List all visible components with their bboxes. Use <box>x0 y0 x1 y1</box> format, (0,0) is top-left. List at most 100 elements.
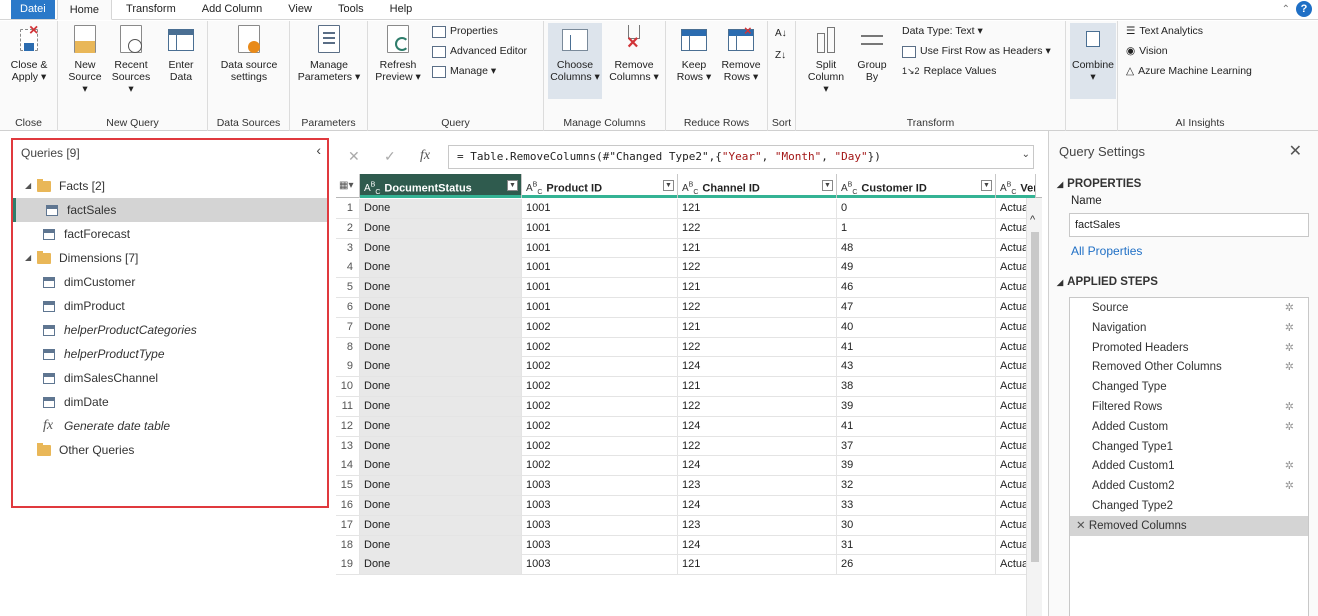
step-settings-gear-icon[interactable]: ✲ <box>1285 456 1294 476</box>
expand-triangle-icon[interactable]: ◢ <box>25 246 33 270</box>
close-apply-button[interactable]: × Close & Apply ▾ <box>4 23 54 84</box>
properties-button[interactable]: Properties <box>432 23 498 40</box>
table-cell[interactable]: 1002 <box>522 396 678 416</box>
table-cell[interactable]: 1001 <box>522 199 678 218</box>
applied-step[interactable]: Navigation ✲ <box>1070 318 1308 338</box>
table-cell[interactable]: 47 <box>837 297 996 317</box>
text-type-icon[interactable]: ABC <box>841 182 857 196</box>
query-item[interactable]: fx Generate date table <box>13 414 327 438</box>
all-properties-link[interactable]: All Properties <box>1071 244 1142 258</box>
table-cell[interactable]: 124 <box>678 535 837 555</box>
table-cell[interactable]: 1002 <box>522 416 678 436</box>
table-cell[interactable]: Done <box>360 456 522 476</box>
replace-values-button[interactable]: 1↘2 Replace Values <box>902 63 996 80</box>
delete-step-icon[interactable]: ✕ <box>1076 520 1089 532</box>
tab-tools[interactable]: Tools <box>326 0 376 19</box>
combine-button[interactable]: Combine ▾ <box>1070 23 1116 99</box>
choose-columns-button[interactable]: Choose Columns ▾ <box>548 23 602 99</box>
scrollbar-thumb[interactable] <box>1031 232 1039 562</box>
column-header[interactable]: ABC Customer ID ▼ <box>837 174 996 198</box>
manage-parameters-button[interactable]: Manage Parameters ▾ <box>294 25 364 83</box>
table-cell[interactable]: 121 <box>678 238 837 258</box>
query-name-input[interactable]: factSales <box>1069 213 1309 237</box>
table-cell[interactable]: 48 <box>837 238 996 258</box>
properties-section[interactable]: ◢ PROPERTIES <box>1057 178 1141 190</box>
tab-home[interactable]: Home <box>56 0 113 20</box>
applied-step[interactable]: Changed Type2 <box>1070 496 1308 516</box>
table-cell[interactable]: 37 <box>837 436 996 456</box>
grid-scrollbar[interactable]: ^ <box>1026 198 1042 616</box>
table-menu-icon[interactable]: ▦▾ <box>336 174 360 198</box>
formula-input[interactable]: = Table.RemoveColumns(#"Changed Type2",{… <box>448 145 1034 169</box>
applied-step[interactable]: ✕ Removed Columns <box>1070 515 1308 536</box>
query-group[interactable]: ◢ Facts [2] <box>13 174 327 198</box>
text-analytics-button[interactable]: ☰ Text Analytics <box>1126 23 1203 40</box>
table-cell[interactable]: 1001 <box>522 278 678 298</box>
table-cell[interactable]: 43 <box>837 357 996 377</box>
column-filter-icon[interactable]: ▼ <box>507 180 518 191</box>
column-filter-icon[interactable]: ▼ <box>822 180 833 191</box>
close-icon[interactable]: ✕ <box>1289 141 1302 161</box>
table-cell[interactable]: 121 <box>678 555 837 575</box>
table-cell[interactable]: 49 <box>837 258 996 278</box>
table-cell[interactable]: 41 <box>837 416 996 436</box>
azure-ml-button[interactable]: △ Azure Machine Learning <box>1126 63 1252 80</box>
table-cell[interactable]: 38 <box>837 377 996 397</box>
table-cell[interactable]: 124 <box>678 495 837 515</box>
table-cell[interactable]: 122 <box>678 258 837 278</box>
table-cell[interactable]: 122 <box>678 436 837 456</box>
applied-step[interactable]: Changed Type1 <box>1070 437 1308 457</box>
table-cell[interactable]: 124 <box>678 416 837 436</box>
applied-step[interactable]: Added Custom2 ✲ <box>1070 476 1308 496</box>
tab-transform[interactable]: Transform <box>114 0 188 19</box>
expand-triangle-icon[interactable]: ◢ <box>25 174 33 198</box>
collapse-ribbon-icon[interactable]: ⌃ <box>1282 4 1290 15</box>
table-cell[interactable]: 39 <box>837 396 996 416</box>
query-item[interactable]: dimProduct <box>13 294 327 318</box>
tab-help[interactable]: Help <box>378 0 425 19</box>
applied-step[interactable]: Changed Type <box>1070 377 1308 397</box>
table-cell[interactable]: 122 <box>678 396 837 416</box>
table-cell[interactable]: Done <box>360 357 522 377</box>
text-type-icon[interactable]: ABC <box>364 182 380 196</box>
query-item[interactable]: helperProductType <box>13 342 327 366</box>
applied-step[interactable]: Filtered Rows ✲ <box>1070 397 1308 417</box>
table-cell[interactable]: 1003 <box>522 495 678 515</box>
table-cell[interactable]: Done <box>360 555 522 575</box>
remove-rows-button[interactable]: × Remove Rows ▾ <box>718 23 764 83</box>
table-cell[interactable]: Done <box>360 416 522 436</box>
vision-button[interactable]: ◉ Vision <box>1126 43 1168 60</box>
text-type-icon[interactable]: ABC <box>526 182 542 196</box>
table-cell[interactable]: 1001 <box>522 297 678 317</box>
table-cell[interactable]: 1002 <box>522 377 678 397</box>
table-cell[interactable]: Done <box>360 495 522 515</box>
column-header[interactable]: ABC Vers <box>996 174 1036 198</box>
table-cell[interactable]: 122 <box>678 337 837 357</box>
table-cell[interactable]: 1002 <box>522 357 678 377</box>
table-cell[interactable]: 1001 <box>522 238 678 258</box>
applied-steps-section[interactable]: ◢ APPLIED STEPS <box>1057 276 1158 288</box>
split-column-button[interactable]: Split Column ▾ <box>804 25 848 95</box>
table-cell[interactable]: 41 <box>837 337 996 357</box>
table-cell[interactable]: 1003 <box>522 515 678 535</box>
step-settings-gear-icon[interactable]: ✲ <box>1285 357 1294 377</box>
scroll-up-icon[interactable]: ^ <box>1030 214 1035 226</box>
step-settings-gear-icon[interactable]: ✲ <box>1285 476 1294 496</box>
new-source-button[interactable]: New Source ▾ <box>66 25 104 95</box>
table-cell[interactable]: 123 <box>678 476 837 496</box>
column-header[interactable]: ABC DocumentStatus ▼ <box>360 174 522 198</box>
table-cell[interactable]: Done <box>360 515 522 535</box>
table-cell[interactable]: 1003 <box>522 555 678 575</box>
recent-sources-button[interactable]: Recent Sources ▾ <box>108 25 154 95</box>
table-cell[interactable]: Done <box>360 218 522 238</box>
query-item[interactable]: dimDate <box>13 390 327 414</box>
tab-datei[interactable]: Datei <box>11 0 55 19</box>
cancel-formula-icon[interactable]: ✕ <box>348 148 360 165</box>
step-settings-gear-icon[interactable]: ✲ <box>1285 397 1294 417</box>
table-cell[interactable]: 123 <box>678 515 837 535</box>
refresh-preview-button[interactable]: Refresh Preview ▾ <box>374 25 422 83</box>
table-cell[interactable]: 46 <box>837 278 996 298</box>
column-filter-icon[interactable]: ▼ <box>663 180 674 191</box>
table-cell[interactable]: Done <box>360 258 522 278</box>
applied-step[interactable]: Source ✲ <box>1070 298 1308 318</box>
